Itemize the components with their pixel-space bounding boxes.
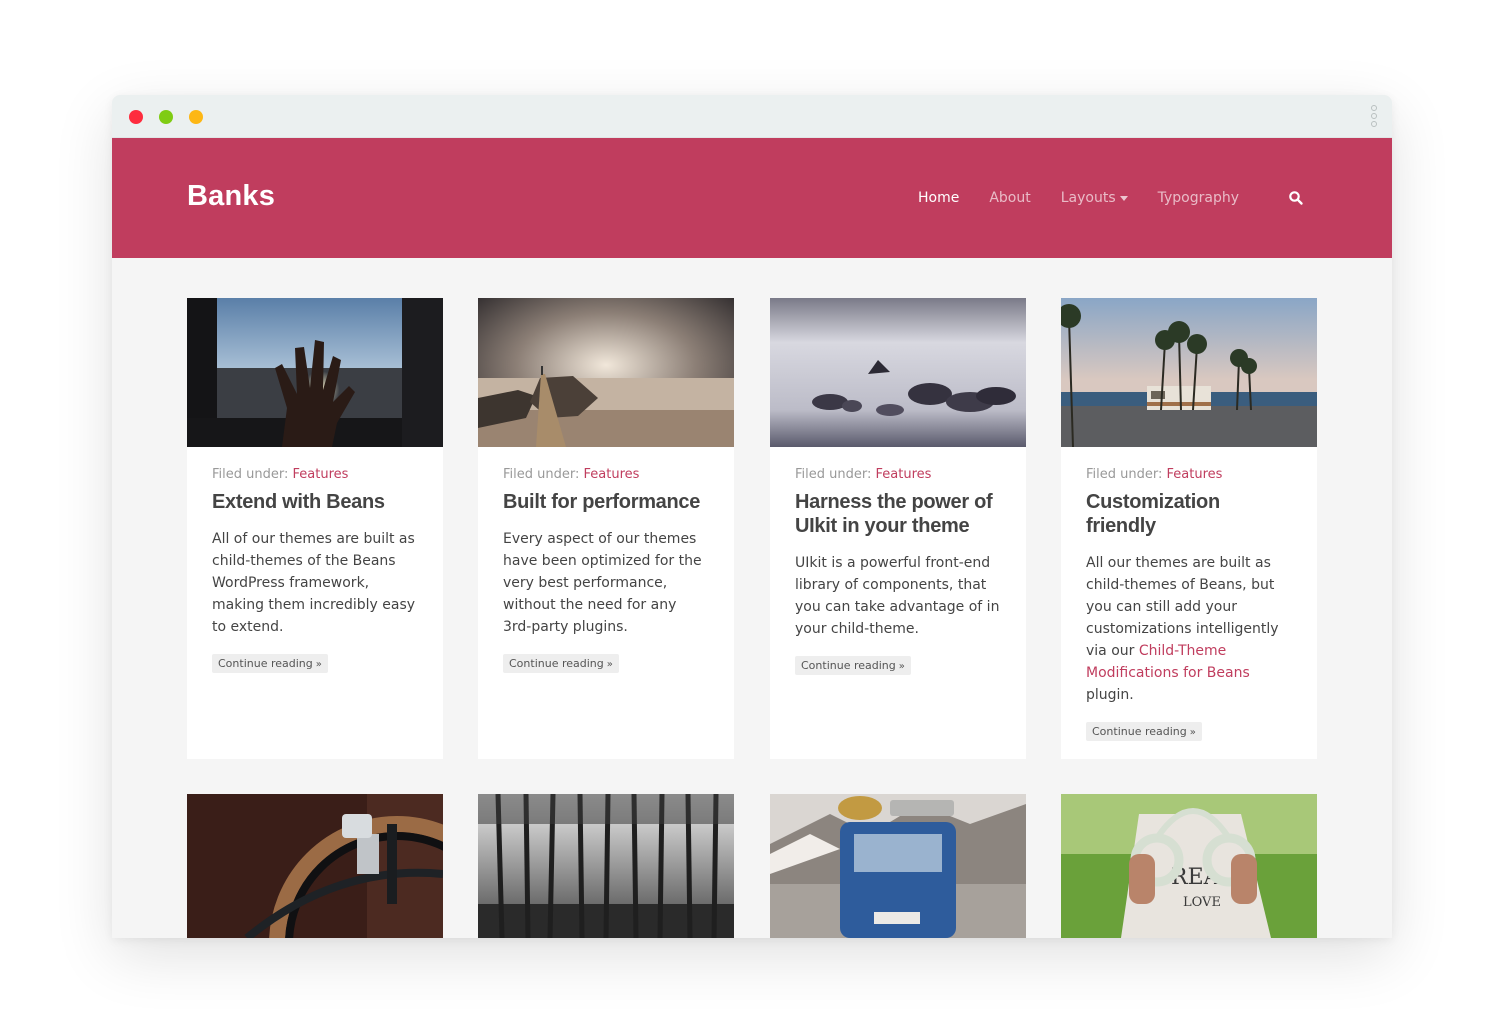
- nav-item-about[interactable]: About: [989, 190, 1030, 206]
- continue-reading-label: Continue reading: [801, 659, 896, 672]
- post-meta: Filed under: Features: [795, 467, 1001, 482]
- post-title[interactable]: Customization friendly: [1086, 490, 1292, 538]
- continue-reading-button[interactable]: Continue reading»: [503, 654, 619, 673]
- browser-window: Banks Home About Layouts Typography File…: [112, 95, 1392, 938]
- post-title-line: Harness the power of: [795, 491, 993, 513]
- post-excerpt: All our themes are built as child-themes…: [1086, 552, 1292, 706]
- filed-under-label: Filed under:: [795, 467, 872, 482]
- post-thumbnail[interactable]: [478, 794, 734, 938]
- post-card: Filed under: Features Customization frie…: [1061, 298, 1317, 759]
- continue-reading-label: Continue reading: [1092, 725, 1187, 738]
- post-thumbnail[interactable]: REA LOVE: [1061, 794, 1317, 938]
- post-card: Filed under: Features Harness the power …: [770, 298, 1026, 759]
- excerpt-text: plugin.: [1086, 687, 1134, 703]
- post-meta: Filed under: Features: [1086, 467, 1292, 482]
- browser-menu-icon[interactable]: [1371, 105, 1379, 129]
- nav-item-home[interactable]: Home: [918, 190, 959, 206]
- post-excerpt: All of our themes are built as child-the…: [212, 531, 416, 635]
- browser-chrome: [112, 95, 1392, 138]
- close-window-button[interactable]: [129, 110, 143, 124]
- main-nav: Home About Layouts Typography: [918, 190, 1269, 206]
- nav-item-typography[interactable]: Typography: [1158, 190, 1239, 206]
- continue-reading-button[interactable]: Continue reading»: [1086, 722, 1202, 741]
- nav-item-layouts[interactable]: Layouts: [1061, 190, 1128, 206]
- caret-down-icon: [1119, 195, 1128, 201]
- post-excerpt: UIkit is a powerful front-end library of…: [795, 555, 1000, 637]
- post-meta: Filed under: Features: [503, 467, 709, 482]
- post-thumbnail[interactable]: [770, 794, 1026, 938]
- post-thumbnail[interactable]: [770, 298, 1026, 447]
- post-title-line: UIkit in your theme: [795, 515, 970, 537]
- category-link[interactable]: Features: [876, 467, 932, 482]
- continue-reading-label: Continue reading: [509, 657, 604, 670]
- chevron-right-icon: »: [898, 661, 905, 672]
- category-link[interactable]: Features: [584, 467, 640, 482]
- post-title[interactable]: Built for performance: [503, 490, 709, 514]
- post-excerpt: Every aspect of our themes have been opt…: [503, 531, 702, 635]
- post-card: [478, 794, 734, 938]
- post-title[interactable]: Extend with Beans: [212, 490, 418, 514]
- post-card: Filed under: Features Built for performa…: [478, 298, 734, 759]
- filed-under-label: Filed under:: [1086, 467, 1163, 482]
- continue-reading-button[interactable]: Continue reading»: [212, 654, 328, 673]
- post-card: REA LOVE: [1061, 794, 1317, 938]
- post-title[interactable]: Harness the power of UIkit in your theme: [795, 490, 1001, 538]
- post-thumbnail[interactable]: [1061, 298, 1317, 447]
- search-icon[interactable]: [1288, 190, 1304, 206]
- post-thumbnail[interactable]: [187, 298, 443, 447]
- post-card: Filed under: Features Extend with Beans …: [187, 298, 443, 759]
- category-link[interactable]: Features: [293, 467, 349, 482]
- chevron-right-icon: »: [315, 659, 322, 670]
- post-thumbnail[interactable]: [187, 794, 443, 938]
- post-card: [770, 794, 1026, 938]
- svg-text:LOVE: LOVE: [1183, 895, 1221, 910]
- site-logo[interactable]: Banks: [187, 180, 275, 213]
- minimize-window-button[interactable]: [189, 110, 203, 124]
- category-link[interactable]: Features: [1167, 467, 1223, 482]
- post-thumbnail[interactable]: [478, 298, 734, 447]
- chevron-right-icon: »: [1189, 727, 1196, 738]
- maximize-window-button[interactable]: [159, 110, 173, 124]
- filed-under-label: Filed under:: [503, 467, 580, 482]
- continue-reading-button[interactable]: Continue reading»: [795, 656, 911, 675]
- nav-item-layouts-label: Layouts: [1060, 190, 1116, 206]
- site-header: Banks Home About Layouts Typography: [112, 138, 1392, 258]
- post-meta: Filed under: Features: [212, 467, 418, 482]
- continue-reading-label: Continue reading: [218, 657, 313, 670]
- chevron-right-icon: »: [606, 659, 613, 670]
- post-card: [187, 794, 443, 938]
- filed-under-label: Filed under:: [212, 467, 289, 482]
